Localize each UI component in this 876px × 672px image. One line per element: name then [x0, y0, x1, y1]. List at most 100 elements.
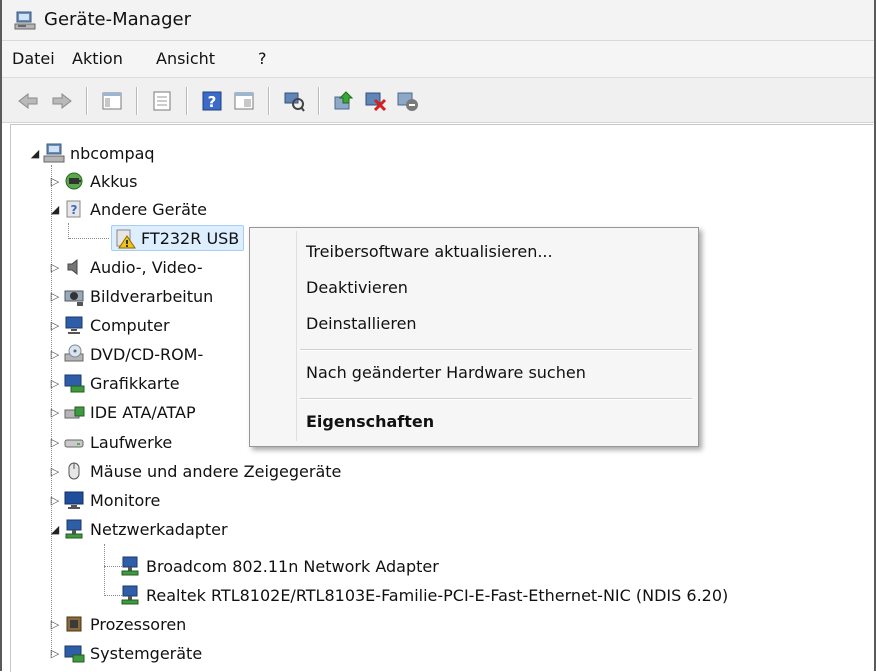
tree-guide-line [104, 544, 105, 596]
menu-item-properties[interactable]: Eigenschaften [306, 412, 434, 431]
tree-item-systemgeraete[interactable]: ▷ Systemgeräte [47, 639, 202, 667]
mouse-icon [68, 462, 80, 480]
computer-icon [65, 316, 83, 334]
menu-item-uninstall[interactable]: Deinstallieren [306, 314, 417, 333]
tree-item-label: Systemgeräte [90, 643, 203, 663]
svg-text:?: ? [208, 93, 217, 111]
tree-item-label: Monitore [90, 490, 161, 510]
tree-root-row[interactable]: ◢ nbcompaq [27, 139, 155, 167]
tree-item-audio-video[interactable]: ▷ Audio-, Video- [47, 253, 203, 281]
tree-item-label: Computer [90, 315, 170, 335]
uninstall-device-icon[interactable] [396, 89, 420, 113]
tree-item-broadcom[interactable]: Broadcom 802.11n Network Adapter [119, 552, 439, 580]
selection-highlight: FT232R USB [111, 225, 245, 251]
tree-item-label: Broadcom 802.11n Network Adapter [146, 556, 439, 576]
computer-icon [43, 143, 65, 163]
expand-arrow-icon[interactable]: ▷ [47, 261, 63, 274]
svg-text:?: ? [71, 203, 78, 217]
collapse-arrow-icon[interactable]: ◢ [27, 147, 43, 160]
menu-item-disable[interactable]: Deaktivieren [306, 278, 408, 297]
scan-hardware-icon[interactable] [282, 89, 306, 113]
tree-item-maeuse[interactable]: ▷ Mäuse und andere Zeigegeräte [47, 457, 342, 485]
help-icon[interactable]: ? [200, 89, 224, 113]
expand-arrow-icon[interactable]: ▷ [47, 290, 63, 303]
tree-item-label: DVD/CD-ROM- [90, 344, 204, 364]
expand-arrow-icon[interactable]: ▷ [47, 175, 63, 188]
menu-datei[interactable]: Datei [12, 49, 55, 68]
collapse-arrow-icon[interactable]: ◢ [47, 523, 63, 536]
tree-item-label: Laufwerke [90, 432, 173, 452]
tree-item-label: Grafikkarte [90, 373, 180, 393]
tree-item-ft232r-usb[interactable]: FT232R USB [111, 224, 245, 252]
tree-item-grafikkarte[interactable]: ▷ Grafikkarte [47, 369, 180, 397]
tree-item-label: Akkus [90, 171, 138, 191]
toolbar-separator [86, 87, 88, 115]
camera-icon [64, 290, 84, 306]
back-icon[interactable] [16, 89, 40, 113]
tree-item-netzwerkadapter[interactable]: ◢ Netzwerkadapter [47, 515, 228, 543]
toolbar-separator [186, 87, 188, 115]
window-title: Geräte-Manager [44, 9, 191, 30]
battery-icon [65, 172, 83, 190]
tree-item-andere-geraete[interactable]: ◢ ? Andere Geräte [47, 195, 207, 223]
tree-item-label: Andere Geräte [90, 199, 207, 219]
monitor-icon [64, 491, 84, 509]
menu-ansicht[interactable]: Ansicht [156, 49, 215, 68]
network-adapter-icon [121, 556, 139, 576]
unknown-device-icon: ? [66, 200, 81, 218]
title-bar: Geräte-Manager [2, 0, 874, 41]
tree-item-dvd-cd-rom[interactable]: ▷ DVD/CD-ROM- [47, 340, 203, 368]
expand-arrow-icon[interactable]: ▷ [47, 406, 63, 419]
expand-arrow-icon[interactable]: ▷ [47, 348, 63, 361]
collapse-arrow-icon[interactable]: ◢ [47, 203, 63, 216]
tree-item-label: Netzwerkadapter [90, 519, 228, 539]
device-manager-icon [14, 11, 36, 30]
tree-item-bildverarbeitung[interactable]: ▷ Bildverarbeitun [47, 282, 213, 310]
tree-item-label: FT232R USB [141, 228, 240, 248]
disk-drive-icon [64, 439, 84, 448]
expand-arrow-icon[interactable]: ▷ [47, 618, 63, 631]
tree-item-ide-ata[interactable]: ▷ IDE ATA/ATAP [47, 398, 196, 426]
properties-icon[interactable] [150, 89, 174, 113]
tree-item-realtek[interactable]: Realtek RTL8102E/RTL8103E-Familie-PCI-E-… [119, 581, 728, 609]
context-menu-separator [300, 398, 692, 400]
view-icon[interactable] [232, 89, 256, 113]
menu-help[interactable]: ? [258, 49, 267, 68]
forward-icon[interactable] [50, 89, 74, 113]
show-hide-tree-icon[interactable] [100, 89, 124, 113]
expand-arrow-icon[interactable]: ▷ [47, 494, 63, 507]
tree-item-computer[interactable]: ▷ Computer [47, 311, 170, 339]
tree-root-label: nbcompaq [70, 143, 155, 163]
expand-arrow-icon[interactable]: ▷ [47, 465, 63, 478]
network-adapter-icon [121, 585, 139, 605]
menu-item-scan-hardware[interactable]: Nach geänderter Hardware suchen [306, 363, 586, 382]
device-manager-window: Geräte-Manager Datei Aktion Ansicht ? ? … [0, 0, 876, 672]
menu-aktion[interactable]: Aktion [72, 49, 123, 68]
context-menu-separator [300, 349, 692, 351]
toolbar: ? [2, 78, 874, 123]
expand-arrow-icon[interactable]: ▷ [47, 319, 63, 332]
disable-device-icon[interactable] [364, 89, 388, 113]
warning-device-icon [116, 229, 136, 249]
display-adapter-icon [64, 374, 85, 393]
context-menu: Treibersoftware aktualisieren... Deaktiv… [249, 227, 699, 447]
tree-guide-line [69, 238, 109, 239]
toolbar-separator [268, 87, 270, 115]
ide-controller-icon [64, 406, 85, 419]
tree-item-label: Audio-, Video- [90, 257, 203, 277]
expand-arrow-icon[interactable]: ▷ [47, 436, 63, 449]
update-driver-icon[interactable] [332, 89, 356, 113]
toolbar-separator [136, 87, 138, 115]
tree-item-akkus[interactable]: ▷ Akkus [47, 167, 138, 195]
expand-arrow-icon[interactable]: ▷ [47, 647, 63, 660]
menu-item-update-driver[interactable]: Treibersoftware aktualisieren... [306, 242, 553, 261]
tree-item-prozessoren[interactable]: ▷ Prozessoren [47, 610, 187, 638]
expand-arrow-icon[interactable]: ▷ [47, 377, 63, 390]
tree-guide-line [68, 223, 69, 239]
optical-drive-icon [64, 344, 84, 362]
speaker-icon [67, 258, 78, 276]
tree-item-laufwerke[interactable]: ▷ Laufwerke [47, 428, 173, 456]
tree-item-monitore[interactable]: ▷ Monitore [47, 486, 161, 514]
toolbar-separator [318, 87, 320, 115]
system-device-icon [64, 645, 85, 663]
